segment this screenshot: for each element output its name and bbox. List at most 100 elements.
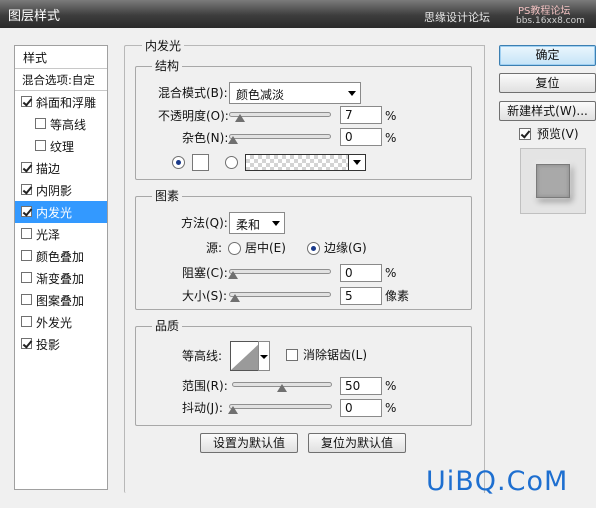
style-item[interactable]: 内阴影 bbox=[15, 179, 107, 201]
style-item-checkbox[interactable] bbox=[21, 96, 32, 107]
size-input[interactable]: 5 bbox=[340, 287, 382, 305]
source-label: 源: bbox=[206, 241, 223, 255]
style-item-checkbox[interactable] bbox=[35, 118, 46, 129]
new-style-button[interactable]: 新建样式(W)... bbox=[499, 101, 596, 121]
jitter-input[interactable]: 0 bbox=[340, 399, 382, 417]
style-item-checkbox[interactable] bbox=[21, 228, 32, 239]
opacity-slider[interactable] bbox=[229, 109, 331, 123]
noise-slider[interactable] bbox=[228, 131, 331, 145]
style-item[interactable]: 外发光 bbox=[15, 311, 107, 333]
style-item-label: 外发光 bbox=[36, 316, 73, 330]
range-thumb[interactable] bbox=[277, 384, 287, 392]
noise-input[interactable]: 0 bbox=[340, 128, 382, 146]
style-item[interactable]: 描边 bbox=[15, 157, 107, 179]
chevron-down-icon bbox=[353, 160, 361, 165]
source-edge-label[interactable]: 边缘(G) bbox=[324, 240, 367, 256]
choke-thumb[interactable] bbox=[228, 271, 238, 279]
style-item-label: 等高线 bbox=[50, 118, 87, 132]
range-input[interactable]: 50 bbox=[340, 377, 382, 395]
style-item-checkbox[interactable] bbox=[21, 338, 32, 349]
set-default-button[interactable]: 设置为默认值 bbox=[200, 433, 298, 453]
technique-value: 柔和 bbox=[236, 218, 261, 232]
range-unit: % bbox=[385, 379, 397, 393]
elements-title: 图素 bbox=[152, 189, 183, 203]
jitter-thumb[interactable] bbox=[228, 406, 238, 414]
contour-dropdown[interactable] bbox=[258, 341, 270, 371]
glow-color-swatch[interactable] bbox=[192, 154, 209, 171]
style-item-label: 投影 bbox=[36, 338, 61, 352]
style-item-label: 颜色叠加 bbox=[36, 250, 85, 264]
source-center-radio[interactable] bbox=[228, 242, 241, 255]
style-preview bbox=[520, 148, 586, 214]
technique-select[interactable]: 柔和 bbox=[229, 212, 285, 234]
ok-button[interactable]: 确定 bbox=[499, 45, 596, 66]
technique-label: 方法(Q): bbox=[181, 216, 228, 230]
watermark-forum: 思缘设计论坛 bbox=[424, 11, 490, 24]
style-item-checkbox[interactable] bbox=[21, 184, 32, 195]
style-item-checkbox[interactable] bbox=[21, 206, 32, 217]
choke-track bbox=[229, 269, 331, 274]
source-center-label[interactable]: 居中(E) bbox=[245, 240, 286, 256]
noise-unit: % bbox=[385, 131, 397, 145]
title-bar: 图层样式 思缘设计论坛 PS教程论坛 bbs.16xx8.com bbox=[0, 0, 596, 28]
gradient-dropdown[interactable] bbox=[348, 154, 366, 171]
noise-thumb[interactable] bbox=[228, 136, 238, 144]
styles-header[interactable]: 样式 bbox=[15, 46, 107, 69]
panel-divider bbox=[484, 45, 485, 493]
choke-input[interactable]: 0 bbox=[340, 264, 382, 282]
opacity-unit: % bbox=[385, 109, 397, 123]
choke-slider[interactable] bbox=[228, 266, 331, 280]
opacity-thumb[interactable] bbox=[234, 114, 245, 122]
style-item-checkbox[interactable] bbox=[21, 272, 32, 283]
window-title: 图层样式 bbox=[8, 9, 61, 24]
jitter-slider[interactable] bbox=[228, 401, 332, 415]
style-item[interactable]: 内发光 bbox=[15, 201, 107, 223]
style-item[interactable]: 图案叠加 bbox=[15, 289, 107, 311]
jitter-track bbox=[229, 404, 332, 409]
inner-glow-title: 内发光 bbox=[142, 39, 185, 53]
reset-default-button[interactable]: 复位为默认值 bbox=[308, 433, 406, 453]
size-thumb[interactable] bbox=[229, 294, 240, 302]
blend-options-item[interactable]: 混合选项:自定 bbox=[15, 69, 107, 91]
style-item[interactable]: 斜面和浮雕 bbox=[15, 91, 107, 113]
style-item-label: 纹理 bbox=[50, 140, 75, 154]
jitter-unit: % bbox=[385, 401, 397, 415]
style-item[interactable]: 渐变叠加 bbox=[15, 267, 107, 289]
gradient-radio[interactable] bbox=[225, 156, 238, 169]
style-item[interactable]: 投影 bbox=[15, 333, 107, 355]
style-item-label: 描边 bbox=[36, 162, 61, 176]
style-item-checkbox[interactable] bbox=[21, 162, 32, 173]
style-item[interactable]: 颜色叠加 bbox=[15, 245, 107, 267]
range-slider[interactable] bbox=[232, 379, 332, 393]
gradient-picker[interactable] bbox=[245, 154, 349, 171]
preview-label[interactable]: 预览(V) bbox=[537, 126, 579, 142]
anti-alias-label[interactable]: 消除锯齿(L) bbox=[303, 347, 367, 363]
watermark-url: bbs.16xx8.com bbox=[516, 16, 585, 26]
chevron-down-icon bbox=[272, 221, 280, 226]
blend-mode-label: 混合模式(B): bbox=[158, 86, 228, 100]
style-item[interactable]: 纹理 bbox=[15, 135, 107, 157]
noise-label: 杂色(N): bbox=[182, 131, 229, 145]
style-item-checkbox[interactable] bbox=[35, 140, 46, 151]
solid-color-radio[interactable] bbox=[172, 156, 185, 169]
style-item-checkbox[interactable] bbox=[21, 250, 32, 261]
anti-alias-checkbox[interactable] bbox=[286, 349, 298, 361]
opacity-input[interactable]: 7 bbox=[340, 106, 382, 124]
style-item-label: 内发光 bbox=[36, 206, 73, 220]
contour-label: 等高线: bbox=[182, 349, 223, 363]
choke-label: 阻塞(C): bbox=[182, 266, 228, 280]
style-item-checkbox[interactable] bbox=[21, 294, 32, 305]
blend-mode-select[interactable]: 颜色减淡 bbox=[229, 82, 361, 104]
style-item-label: 光泽 bbox=[36, 228, 61, 242]
source-edge-radio[interactable] bbox=[307, 242, 320, 255]
preview-checkbox[interactable] bbox=[519, 128, 531, 140]
quality-title: 品质 bbox=[152, 319, 183, 333]
size-slider[interactable] bbox=[229, 289, 331, 303]
size-track bbox=[229, 292, 331, 297]
style-item[interactable]: 等高线 bbox=[15, 113, 107, 135]
style-item-checkbox[interactable] bbox=[21, 316, 32, 327]
style-item[interactable]: 光泽 bbox=[15, 223, 107, 245]
range-label: 范围(R): bbox=[182, 379, 228, 393]
reset-button[interactable]: 复位 bbox=[499, 73, 596, 93]
chevron-down-icon bbox=[348, 91, 356, 96]
